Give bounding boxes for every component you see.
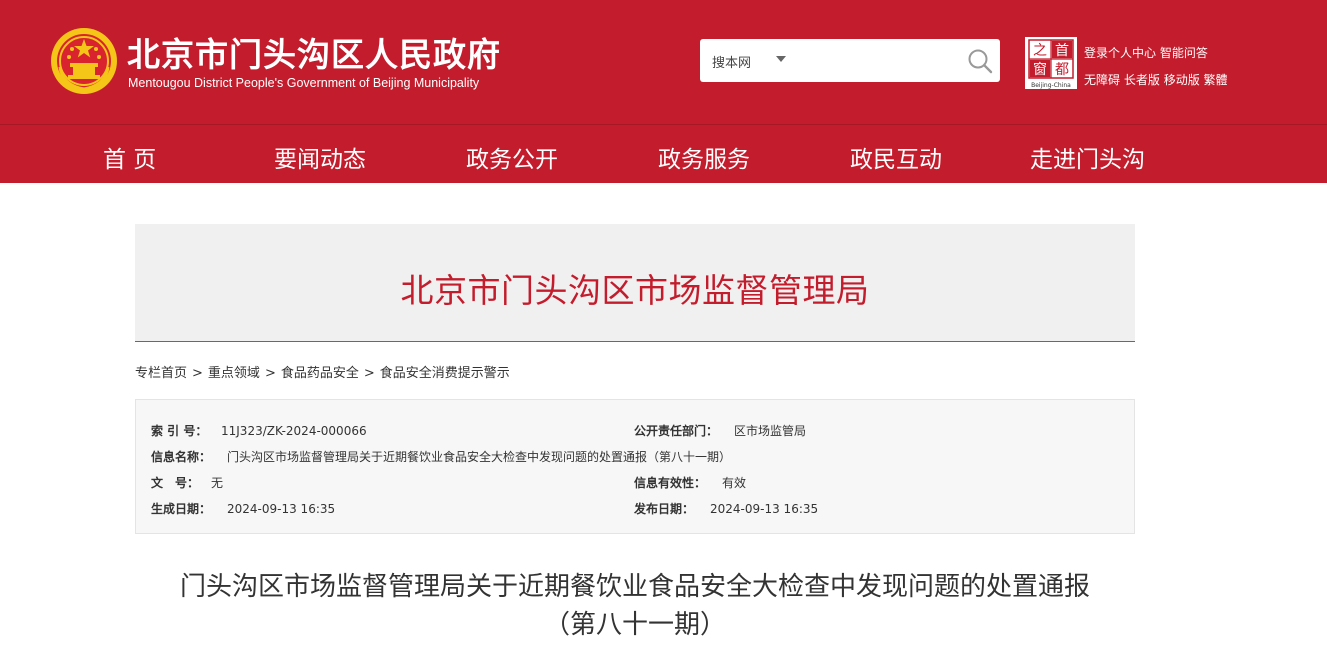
info-department: 公开责任部门： 区市场监管局	[634, 422, 806, 439]
breadcrumb-item[interactable]: 食品药品安全	[281, 366, 359, 381]
info-label: 文 号：	[151, 476, 200, 490]
article-title: 门头沟区市场监督管理局关于近期餐饮业食品安全大检查中发现问题的处置通报 （第八十…	[135, 568, 1135, 644]
info-published-date: 发布日期： 2024-09-13 16:35	[634, 500, 818, 517]
nav-item-public-affairs[interactable]: 政务公开	[466, 140, 558, 174]
info-value: 区市场监管局	[734, 424, 807, 438]
info-value: 2024-09-13 16:35	[227, 502, 336, 516]
nav-item-home[interactable]: 首 页	[103, 140, 156, 174]
info-value: 无	[211, 476, 224, 490]
info-value: 11J323/ZK-2024-000066	[221, 424, 367, 438]
info-value: 门头沟区市场监督管理局关于近期餐饮业食品安全大检查中发现问题的处置通报（第八十一…	[227, 450, 732, 464]
national-emblem-icon	[51, 28, 117, 94]
logo-caption: Beijing-China	[1031, 82, 1071, 89]
breadcrumb-separator: >	[264, 366, 276, 381]
top-links-row: 无障碍 长者版 移动版 繁體	[1084, 67, 1228, 94]
breadcrumb-item[interactable]: 食品安全消费提示警示	[380, 366, 510, 381]
article-title-line: 门头沟区市场监督管理局关于近期餐饮业食品安全大检查中发现问题的处置通报	[179, 572, 1090, 602]
user-center-link[interactable]: 个人中心	[1108, 46, 1156, 60]
top-links: 登录个人中心 智能问答 无障碍 长者版 移动版 繁體	[1084, 40, 1228, 94]
site-title[interactable]: 北京市门头沟区人民政府	[127, 28, 501, 76]
elder-mode-link[interactable]: 长者版	[1124, 73, 1160, 87]
info-label: 信息名称：	[151, 450, 212, 464]
traditional-chinese-link[interactable]: 繁體	[1204, 73, 1228, 87]
info-created-date: 生成日期： 2024-09-13 16:35	[151, 500, 335, 517]
nav-item-news[interactable]: 要闻动态	[274, 140, 366, 174]
search-icon[interactable]	[966, 47, 994, 75]
breadcrumb-item[interactable]: 重点领域	[208, 366, 260, 381]
search-scope-select[interactable]: 搜本网	[712, 52, 751, 71]
login-link[interactable]: 登录	[1084, 46, 1108, 60]
info-label: 生成日期：	[151, 502, 212, 516]
info-validity: 信息有效性： 有效	[634, 474, 746, 491]
main-nav: 首 页 要闻动态 政务公开 政务服务 政民互动 走进门头沟	[0, 124, 1327, 183]
logo-char: 之	[1033, 43, 1047, 59]
info-label: 公开责任部门：	[634, 424, 719, 438]
info-name: 信息名称： 门头沟区市场监督管理局关于近期餐饮业食品安全大检查中发现问题的处置通报…	[151, 448, 731, 465]
column-banner: 北京市门头沟区市场监督管理局	[135, 224, 1135, 342]
breadcrumb: 专栏首页 > 重点领域 > 食品药品安全 > 食品安全消费提示警示	[135, 362, 510, 381]
logo-char: 首	[1055, 43, 1069, 59]
capital-window-logo-icon[interactable]: 之 首 窗 都 Beijing-China	[1025, 37, 1077, 89]
banner-title: 北京市门头沟区市场监督管理局	[400, 271, 870, 310]
logo-char: 窗	[1033, 61, 1047, 78]
info-label: 索 引 号：	[151, 424, 208, 438]
info-doc-number: 文 号： 无	[151, 474, 223, 491]
search-box: 搜本网	[700, 39, 1000, 82]
site-subtitle: Mentougou District People's Government o…	[128, 76, 480, 90]
chevron-down-icon[interactable]	[776, 56, 786, 62]
logo-char: 都	[1055, 62, 1069, 78]
breadcrumb-item[interactable]: 专栏首页	[135, 366, 187, 381]
nav-item-interaction[interactable]: 政民互动	[850, 140, 942, 174]
breadcrumb-separator: >	[192, 366, 203, 381]
info-index: 索 引 号： 11J323/ZK-2024-000066	[151, 422, 367, 439]
breadcrumb-separator: >	[363, 366, 375, 381]
article-title-line: （第八十一期）	[543, 610, 726, 640]
mobile-link[interactable]: 移动版	[1164, 73, 1200, 87]
site-header: 北京市门头沟区人民政府 Mentougou District People's …	[0, 0, 1327, 124]
info-value: 2024-09-13 16:35	[710, 502, 819, 516]
info-label: 发布日期：	[634, 502, 695, 516]
info-value: 有效	[722, 476, 747, 490]
nav-item-services[interactable]: 政务服务	[658, 140, 750, 174]
search-input[interactable]	[796, 45, 956, 75]
nav-item-about[interactable]: 走进门头沟	[1030, 140, 1145, 174]
top-links-row: 登录个人中心 智能问答	[1084, 40, 1228, 67]
accessibility-link[interactable]: 无障碍	[1084, 73, 1120, 87]
smart-qa-link[interactable]: 智能问答	[1160, 46, 1208, 60]
info-metadata-box: 索 引 号： 11J323/ZK-2024-000066 公开责任部门： 区市场监管…	[135, 399, 1135, 534]
info-label: 信息有效性：	[634, 476, 707, 490]
